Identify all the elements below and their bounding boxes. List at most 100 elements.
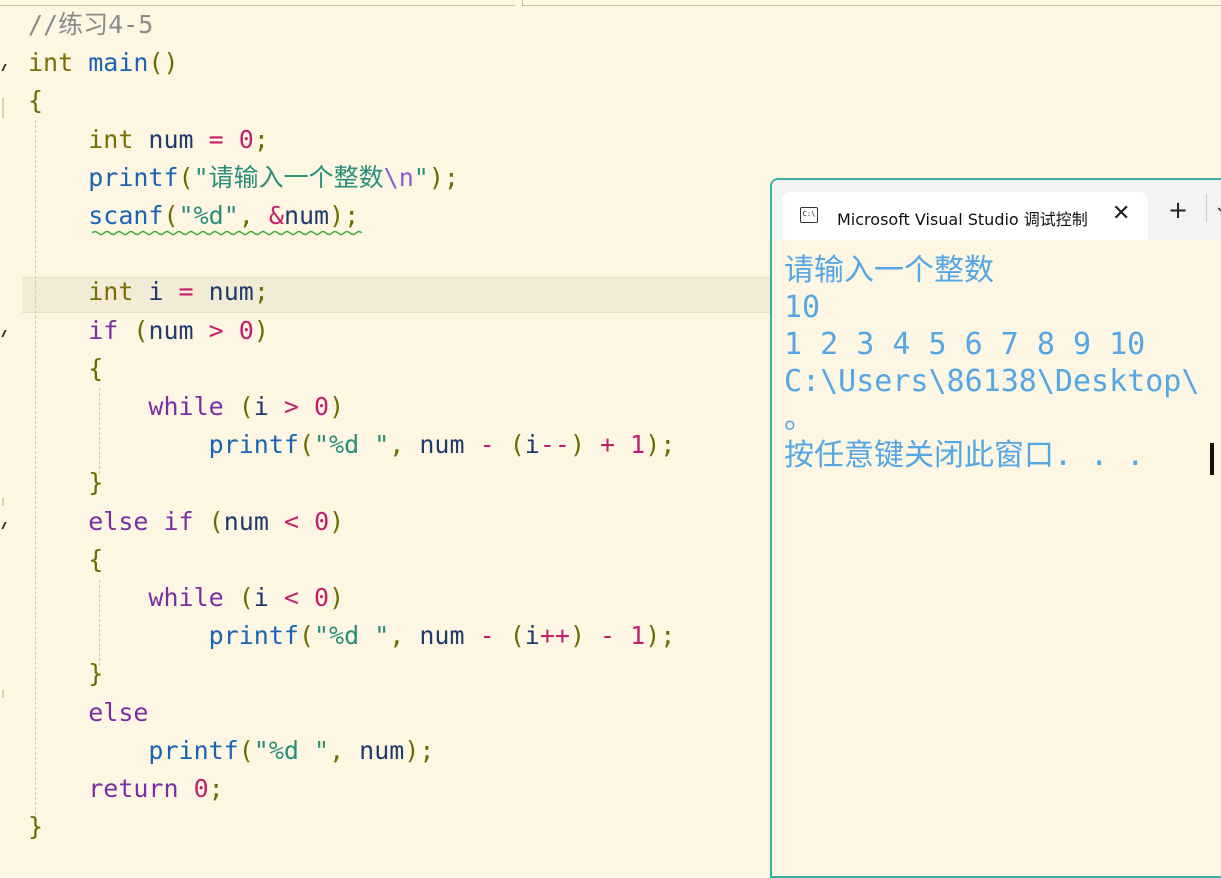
console-output-line: C:\Users\86138\Desktop\ [784,364,1200,399]
code-token: } [88,659,104,689]
debug-console-window[interactable]: C:\ Microsoft Visual Studio 调试控制台 ✕ + ⌄ … [770,178,1221,878]
code-token: ); [404,735,435,765]
code-line[interactable]: while (i > 0) [28,388,344,426]
code-token: main [88,48,149,78]
code-token: - [479,621,495,651]
code-token: ); [329,201,360,230]
code-token: while [148,392,224,421]
code-token: 1 [630,430,646,460]
code-token: int [88,277,134,307]
code-token: { [88,353,104,383]
code-token: , [389,621,420,651]
code-line[interactable]: if (num > 0) [28,312,269,350]
code-token: int [28,48,74,78]
code-token: printf [208,430,299,460]
code-line[interactable]: int i = num; [28,273,269,311]
code-line[interactable]: else [28,694,148,732]
close-tab-icon[interactable]: ✕ [1112,201,1130,226]
code-token: , [238,201,269,230]
console-tab-title: Microsoft Visual Studio 调试控制台 [837,210,1087,229]
tab-bar-divider [1206,194,1207,222]
code-token: else [88,506,149,536]
code-token: "%d " [253,735,330,765]
new-tab-button[interactable]: + [1168,196,1188,224]
margin-change-bar [2,498,4,506]
editor-top-strip [0,0,1221,6]
collapse-marker-icon[interactable] [0,326,5,340]
code-token: , [329,735,360,765]
margin-change-bar [2,690,4,698]
code-token: ( [238,735,254,765]
chevron-down-icon[interactable]: ⌄ [1214,196,1221,217]
code-token: num [223,506,284,536]
code-token: ( [118,315,149,345]
code-token: "%d" [178,201,239,230]
code-token: //练习4-5 [28,10,154,39]
code-token: 0 [193,774,209,803]
code-token: ( [494,430,525,460]
code-token: ; [208,774,224,803]
code-token: ( [163,201,179,230]
code-token: ); [645,621,676,651]
code-token: ; [253,277,269,307]
code-token: 1 [630,621,646,651]
code-token: "%d " [314,621,390,651]
console-output-line: 10 [784,290,821,325]
collapse-marker-icon[interactable] [0,60,5,74]
code-token: num [283,201,330,230]
code-line[interactable]: int main() [28,44,179,82]
code-token: () [148,48,179,78]
console-output-line: 按任意键关闭此窗口. . . [784,438,1145,473]
code-line[interactable]: { [28,541,103,579]
code-token: num [419,430,480,460]
code-line[interactable]: { [28,350,103,388]
code-token: { [88,544,104,574]
code-line[interactable]: int num = 0; [28,121,269,159]
code-token: num [419,621,480,651]
code-line[interactable]: { [28,82,43,120]
code-line[interactable]: else if (num < 0) [28,503,344,541]
code-line[interactable]: } [28,464,103,502]
code-token: ) [569,621,601,651]
code-line[interactable]: printf("%d ", num - (i++) - 1); [28,617,676,655]
code-line[interactable]: printf("请输入一个整数\n"); [28,159,459,197]
code-token: if [163,506,194,536]
code-token: ; [253,124,269,154]
code-token: - [479,430,495,460]
code-token: -- [539,430,570,460]
code-token: < [283,583,299,612]
code-token: ); [428,162,459,192]
code-line[interactable]: scanf("%d", &num); [28,197,359,235]
code-line[interactable]: //练习4-5 [28,6,153,44]
code-line[interactable]: } [28,808,43,846]
code-token: ) [569,430,601,460]
code-token: num [133,124,209,154]
code-token: - [600,621,616,651]
code-token: ++ [539,621,570,651]
code-line[interactable]: printf("%d ", num); [28,732,434,770]
code-token: ); [645,430,676,460]
code-token: ( [223,392,254,421]
code-line[interactable]: printf("%d ", num - (i--) + 1); [28,426,676,464]
code-token: \n [383,162,414,192]
collapse-marker-icon[interactable] [0,518,5,532]
code-token: i [524,621,540,651]
code-line[interactable]: } [28,655,103,693]
code-token: i [133,277,179,307]
code-line[interactable]: return 0; [28,770,224,808]
console-tab[interactable]: C:\ Microsoft Visual Studio 调试控制台 ✕ [782,192,1148,240]
code-line[interactable]: while (i < 0) [28,579,344,617]
